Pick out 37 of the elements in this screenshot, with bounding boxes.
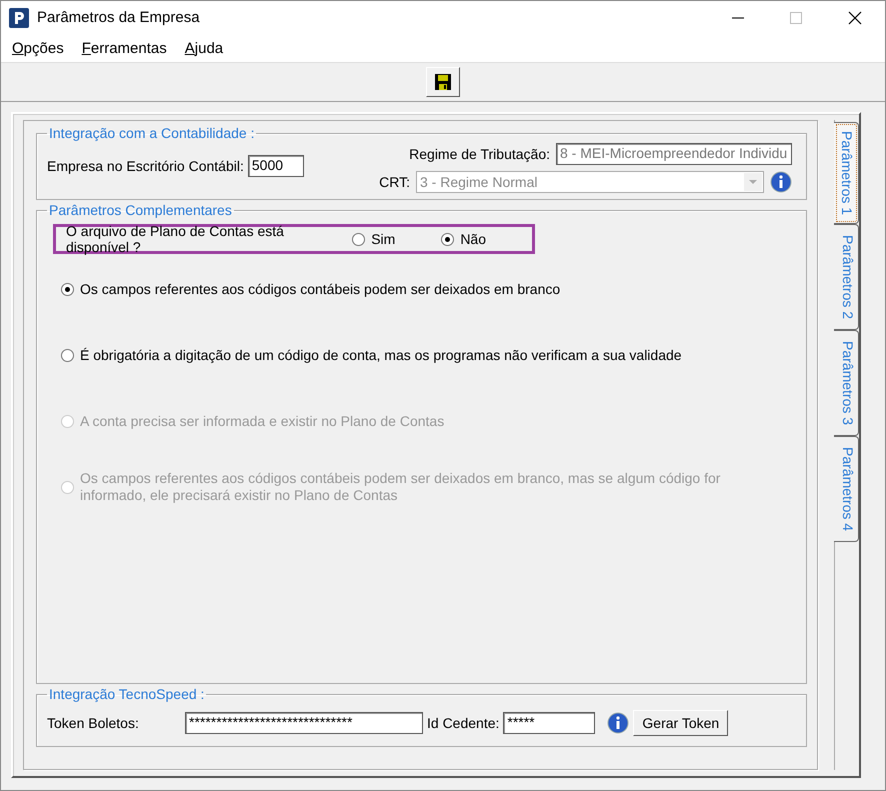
menu-item[interactable]: Opções xyxy=(12,40,64,56)
generate-token-button[interactable]: Gerar Token xyxy=(633,710,728,736)
group-title: Integração TecnoSpeed : xyxy=(48,686,206,702)
info-icon[interactable] xyxy=(770,171,792,193)
tab[interactable]: Parâmetros 2 xyxy=(834,224,859,330)
group-title: Integração com a Contabilidade : xyxy=(48,125,256,141)
app-logo-icon xyxy=(9,8,29,28)
field-label: CRT: xyxy=(379,174,410,190)
group-title: Parâmetros Complementares xyxy=(48,202,233,218)
menu-item[interactable]: Ferramentas xyxy=(82,40,167,56)
input-field[interactable]: 8 - MEI-Microempreendedor Individu xyxy=(556,143,792,165)
input-field[interactable]: ***** xyxy=(503,712,596,734)
window-title: Parâmetros da Empresa xyxy=(37,9,200,26)
radio-button[interactable] xyxy=(352,232,366,246)
input-field[interactable]: ****************************** xyxy=(185,712,423,734)
tab[interactable]: Parâmetros 1 xyxy=(834,122,859,224)
option-label: Não xyxy=(460,231,486,247)
field-label: Empresa no Escritório Contábil: xyxy=(47,158,244,174)
radio-button[interactable] xyxy=(61,282,74,296)
option-label: Sim xyxy=(371,231,396,247)
close-icon[interactable] xyxy=(848,10,862,24)
option-label: É obrigatória a digitação de um código de conta, mas os programas não verificam a sua validade xyxy=(80,346,682,364)
field-label: Regime de Tributação: xyxy=(409,146,550,162)
tab[interactable]: Parâmetros 3 xyxy=(834,330,859,436)
tab[interactable]: Parâmetros 4 xyxy=(834,436,859,542)
field-label: Token Boletos: xyxy=(47,715,140,731)
option-label: Os campos referentes aos códigos contábeis podem ser deixados em branco, mas se algum código for informado, ele precisará existir no Plano de Contas xyxy=(80,470,721,504)
menu-item[interactable]: Ajuda xyxy=(184,40,224,56)
radio-button[interactable] xyxy=(441,232,454,246)
save-button[interactable] xyxy=(426,67,460,97)
option-label: A conta precisa ser informada e existir no Plano de Contas xyxy=(80,412,444,430)
question-label: O arquivo de Plano de Contas está disponível ? xyxy=(66,223,285,255)
input-field[interactable]: 5000 xyxy=(248,155,304,177)
info-icon[interactable] xyxy=(607,712,630,734)
radio-button[interactable] xyxy=(61,348,74,362)
option-label: Os campos referentes aos códigos contábeis podem ser deixados em branco xyxy=(80,280,560,298)
field-label: Id Cedente: xyxy=(427,715,500,731)
